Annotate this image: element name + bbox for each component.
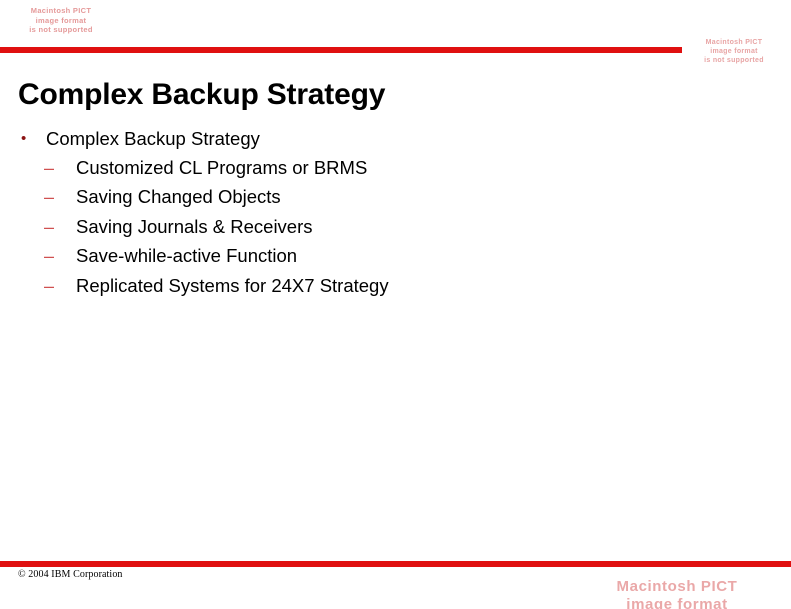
presentation-slide: Macintosh PICT image format is not suppo… bbox=[0, 0, 791, 609]
bullet-level2-label: Replicated Systems for 24X7 Strategy bbox=[76, 274, 389, 296]
bullet-level2-label: Customized CL Programs or BRMS bbox=[76, 156, 368, 178]
bullet-level2-label: Saving Changed Objects bbox=[76, 186, 281, 207]
placeholder-line-3: is not supported bbox=[29, 25, 93, 35]
dash-marker-icon: – bbox=[44, 216, 55, 237]
placeholder-line-1: Macintosh PICT bbox=[616, 578, 738, 595]
slide-body: • Complex Backup Strategy – Customized C… bbox=[18, 128, 758, 306]
macintosh-pict-placeholder-top-right: Macintosh PICT image format is not suppo… bbox=[686, 39, 782, 66]
page-title: Complex Backup Strategy bbox=[18, 78, 386, 112]
macintosh-pict-placeholder-bottom-right: Macintosh PICT image format is not suppo… bbox=[566, 578, 788, 609]
bullet-level2-label: Save-while-active Function bbox=[76, 245, 298, 266]
bullet-level2-label: Saving Journals & Receivers bbox=[76, 215, 313, 237]
placeholder-line-1: Macintosh PICT bbox=[30, 6, 92, 15]
dash-marker-icon: – bbox=[44, 275, 55, 296]
bullet-level1-label: Complex Backup Strategy bbox=[46, 128, 260, 149]
bullet-level2: – Save-while-active Function bbox=[18, 245, 758, 266]
placeholder-line-2: image format bbox=[35, 15, 87, 25]
bullet-sublist: – Customized CL Programs or BRMS – Savin… bbox=[18, 156, 758, 296]
placeholder-line-3: is not supported bbox=[704, 56, 764, 64]
bullet-dot-icon: • bbox=[21, 130, 27, 147]
macintosh-pict-placeholder-top-left: Macintosh PICT image format is not suppo… bbox=[18, 6, 104, 35]
dash-marker-icon: – bbox=[44, 246, 55, 266]
placeholder-line-2: image format bbox=[626, 596, 728, 609]
footer-red-rule bbox=[0, 561, 791, 567]
placeholder-line-2: image format bbox=[710, 47, 758, 55]
dash-marker-icon: – bbox=[44, 187, 55, 207]
dash-marker-icon: – bbox=[44, 157, 55, 178]
bullet-level2: – Saving Journals & Receivers bbox=[18, 215, 758, 237]
copyright-notice: © 2004 IBM Corporation bbox=[18, 569, 123, 580]
bullet-level2: – Replicated Systems for 24X7 Strategy bbox=[18, 274, 758, 296]
bullet-level2: – Saving Changed Objects bbox=[18, 186, 758, 207]
bullet-level2: – Customized CL Programs or BRMS bbox=[18, 156, 758, 178]
placeholder-line-1: Macintosh PICT bbox=[705, 39, 763, 46]
bullet-level1: • Complex Backup Strategy bbox=[18, 128, 758, 149]
header-red-rule bbox=[0, 47, 682, 53]
